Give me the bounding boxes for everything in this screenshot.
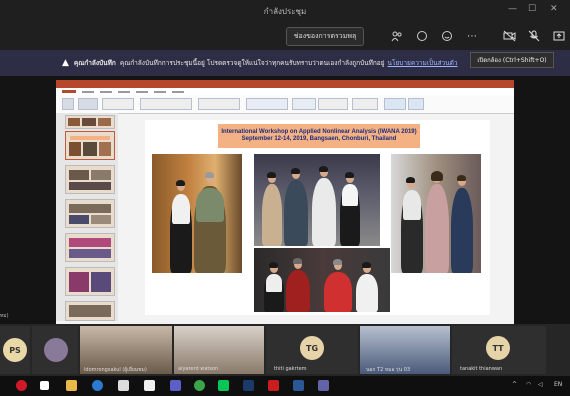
people-icon[interactable] bbox=[390, 29, 404, 43]
chevron-up-icon[interactable]: ^ bbox=[512, 381, 517, 388]
slide-thumbnail[interactable] bbox=[65, 267, 115, 296]
participant-name: thiti gakrtem bbox=[274, 366, 307, 372]
window-title-bar: กำลังประชุม bbox=[0, 0, 570, 22]
meeting-toolbar bbox=[0, 22, 570, 50]
font-group-icon bbox=[140, 98, 192, 110]
close-icon[interactable]: ✕ bbox=[550, 4, 558, 14]
participant-tile[interactable]: PS bbox=[0, 326, 30, 374]
slide-thumbnail[interactable] bbox=[65, 199, 115, 228]
menu-item bbox=[118, 90, 130, 93]
maximize-icon[interactable]: ☐ bbox=[528, 4, 536, 14]
slide-thumbnail[interactable] bbox=[65, 233, 115, 262]
workshop-photo bbox=[152, 154, 242, 273]
privacy-policy-link[interactable]: นโยบายความเป็นส่วนตัว bbox=[388, 58, 458, 68]
avatar-initials: TG bbox=[305, 343, 319, 353]
slide-title-line1: International Workshop on Applied Nonlin… bbox=[221, 128, 417, 135]
slide-title-box: International Workshop on Applied Nonlin… bbox=[218, 124, 420, 148]
powerpoint-ribbon bbox=[56, 95, 514, 114]
participant-name: นอก T2 หมอ รุ่น 03 bbox=[366, 367, 411, 373]
find-icon bbox=[384, 98, 406, 110]
photoshop-icon[interactable] bbox=[243, 380, 254, 391]
menu-item bbox=[154, 90, 166, 93]
tooltip-text: เปิดกล้อง (Ctrl+Shift+O) bbox=[477, 57, 547, 64]
file-explorer-icon[interactable] bbox=[66, 380, 77, 391]
participant-tile[interactable]: ldomrongsakul (ผู้เยี่ยมชม) bbox=[80, 326, 172, 374]
language-indicator[interactable]: EN bbox=[554, 381, 562, 388]
powerpoint-title-bar bbox=[56, 80, 514, 88]
dictate-icon bbox=[408, 98, 424, 110]
avatar-initials: TT bbox=[492, 343, 504, 353]
acrobat-icon[interactable] bbox=[268, 380, 279, 391]
teams-icon[interactable] bbox=[318, 380, 329, 391]
chrome-icon[interactable] bbox=[194, 380, 205, 391]
workshop-photo bbox=[254, 248, 390, 312]
avatar: PS bbox=[3, 338, 27, 362]
slide-title-line2: September 12-14, 2019, Bangsaen, Chonbur… bbox=[241, 136, 397, 142]
banner-text: คุณกำลังบันทึกการประชุมนี้อยู่ โปรดตรวจด… bbox=[119, 59, 385, 67]
slide-thumbnail[interactable] bbox=[65, 301, 115, 321]
volume-icon[interactable]: ◁ bbox=[538, 381, 543, 388]
quick-styles-icon bbox=[318, 98, 348, 110]
edge-icon[interactable] bbox=[92, 380, 103, 391]
workshop-photo bbox=[254, 154, 380, 246]
banner-heading: คุณกำลังบันทึก bbox=[73, 59, 116, 67]
participant-name: ldomrongsakul (ผู้เยี่ยมชม) bbox=[84, 367, 147, 373]
workshop-photo bbox=[391, 154, 481, 273]
avatar bbox=[44, 338, 68, 362]
warning-icon: ▲ bbox=[62, 58, 69, 68]
slide-thumbnail[interactable] bbox=[65, 165, 115, 194]
participant-tile[interactable]: TG thiti gakrtem bbox=[266, 326, 358, 374]
avatar: TG bbox=[300, 336, 324, 360]
mail-icon[interactable] bbox=[118, 380, 129, 391]
windows-icon[interactable] bbox=[40, 381, 49, 390]
window-title: กำลังประชุม bbox=[263, 6, 307, 16]
line-icon[interactable] bbox=[218, 380, 229, 391]
slide-thumbnail-pane[interactable] bbox=[56, 113, 118, 321]
participant-tile[interactable] bbox=[32, 326, 78, 374]
shapes-icon bbox=[246, 98, 288, 110]
camera-off-icon[interactable] bbox=[502, 29, 516, 43]
minimize-icon[interactable]: — bbox=[508, 4, 517, 14]
participant-tile[interactable]: TT tanakit thianwan bbox=[452, 326, 546, 374]
arrange-icon bbox=[292, 98, 316, 110]
participant-tile[interactable]: นอก T2 หมอ รุ่น 03 bbox=[360, 326, 450, 374]
slide-thumbnail-selected[interactable] bbox=[65, 131, 115, 160]
windows-taskbar bbox=[0, 376, 570, 396]
chat-icon[interactable] bbox=[415, 29, 429, 43]
reaction-icon[interactable] bbox=[440, 29, 454, 43]
word-icon[interactable] bbox=[293, 380, 304, 391]
participant-tile[interactable]: aiyarerd watson bbox=[174, 326, 264, 374]
menu-item bbox=[62, 90, 76, 93]
share-icon[interactable] bbox=[552, 29, 566, 43]
paragraph-group-icon bbox=[198, 98, 240, 110]
opera-icon[interactable] bbox=[16, 380, 27, 391]
camera-tooltip: เปิดกล้อง (Ctrl+Shift+O) bbox=[470, 52, 554, 68]
teams-icon[interactable] bbox=[170, 380, 181, 391]
network-icon[interactable]: ◠ bbox=[526, 381, 531, 388]
menu-item bbox=[172, 90, 184, 93]
layout-icon bbox=[102, 98, 134, 110]
share-tray-button[interactable]: ช่องของการตรวมพลุ bbox=[286, 27, 364, 46]
mic-off-icon[interactable] bbox=[527, 29, 541, 43]
participant-name: tanakit thianwan bbox=[460, 366, 503, 372]
new-slide-icon bbox=[78, 98, 98, 110]
powerpoint-menu-bar bbox=[56, 88, 514, 95]
participant-name: aiyarerd watson bbox=[178, 366, 219, 372]
more-icon[interactable]: ⋯ bbox=[465, 29, 479, 43]
shape-fill-icon bbox=[352, 98, 378, 110]
menu-item bbox=[82, 90, 94, 93]
slide-thumbnail[interactable] bbox=[65, 115, 115, 129]
avatar: TT bbox=[486, 336, 510, 360]
paste-icon bbox=[62, 98, 74, 110]
stage-label: ทม) bbox=[0, 313, 9, 319]
menu-item bbox=[136, 90, 148, 93]
menu-item bbox=[100, 90, 112, 93]
file-icon[interactable] bbox=[144, 380, 155, 391]
avatar-initials: PS bbox=[9, 345, 21, 355]
share-tray-label: ช่องของการตรวมพลุ bbox=[293, 32, 357, 40]
